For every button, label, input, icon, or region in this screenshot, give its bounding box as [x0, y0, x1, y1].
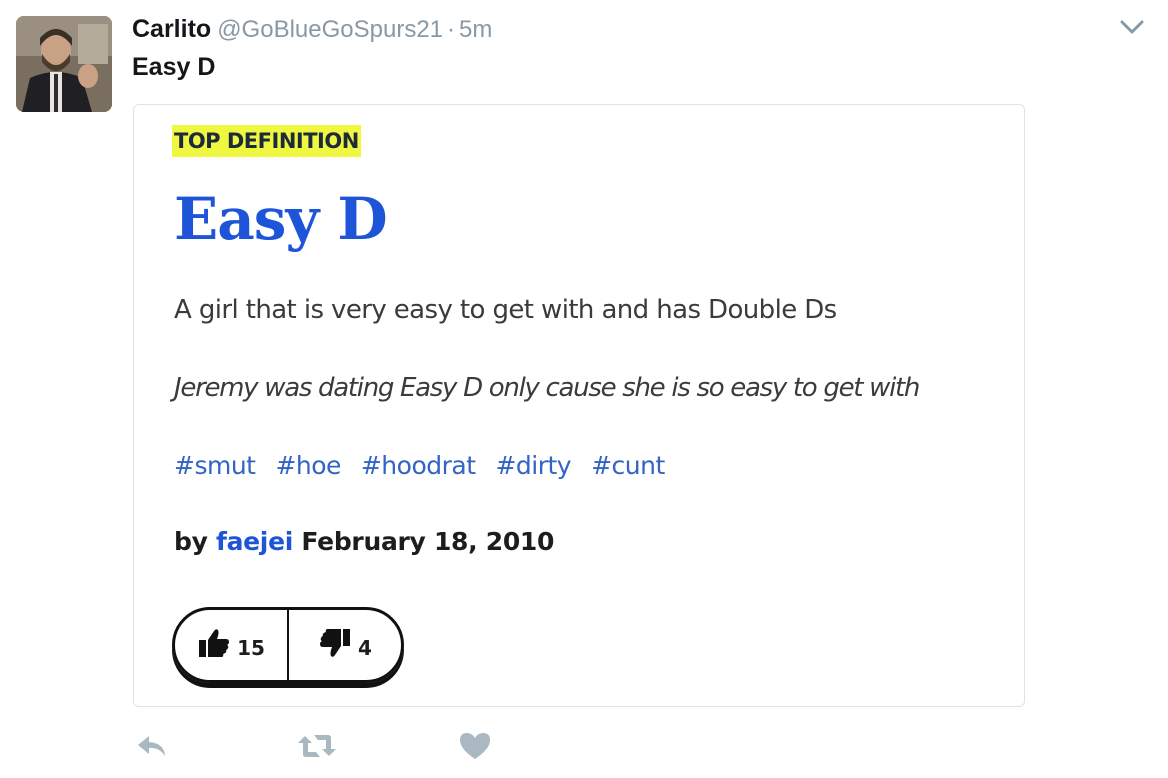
separator-dot: · [447, 16, 456, 43]
tag-list: #smut #hoe #hoodrat #dirty #cunt [174, 451, 677, 480]
tag-link[interactable]: #hoe [275, 451, 341, 480]
user-handle[interactable]: @GoBlueGoSpurs21 [217, 16, 443, 43]
retweet-button[interactable] [296, 730, 338, 766]
tag-link[interactable]: #dirty [495, 451, 571, 480]
byline: by faejei February 18, 2010 [174, 527, 554, 556]
heart-icon [458, 731, 492, 766]
downvote-count: 4 [358, 636, 372, 660]
definition-meaning: A girl that is very easy to get with and… [174, 295, 837, 325]
definition-card[interactable]: TOP DEFINITION Easy D A girl that is ver… [133, 104, 1025, 707]
byline-prefix: by [174, 527, 208, 556]
like-button[interactable] [458, 730, 492, 766]
chevron-down-icon[interactable] [1118, 16, 1146, 38]
byline-date: February 18, 2010 [301, 527, 555, 556]
avatar-photo [16, 16, 112, 112]
retweet-icon [296, 732, 338, 765]
downvote-button[interactable]: 4 [289, 610, 401, 680]
author-link[interactable]: faejei [216, 527, 293, 556]
display-name[interactable]: Carlito [132, 15, 211, 43]
reply-button[interactable] [135, 730, 169, 766]
tag-link[interactable]: #smut [174, 451, 256, 480]
upvote-count: 15 [237, 636, 265, 660]
reply-icon [135, 732, 169, 765]
tweet-actions [0, 730, 1168, 766]
tag-link[interactable]: #hoodrat [361, 451, 476, 480]
upvote-button[interactable]: 15 [175, 610, 289, 680]
vote-buttons: 15 4 [172, 607, 404, 683]
tweet-timestamp[interactable]: 5m [459, 16, 492, 43]
definition-example: Jeremy was dating Easy D only cause she … [174, 373, 920, 403]
definition-word[interactable]: Easy D [174, 183, 388, 255]
tweet: Carlito @GoBlueGoSpurs21 · 5m Easy D TOP DE… [0, 0, 1168, 778]
thumbs-down-icon [318, 627, 352, 664]
tweet-header: Carlito @GoBlueGoSpurs21 · 5m [132, 12, 492, 46]
top-definition-badge: TOP DEFINITION [172, 125, 361, 157]
thumbs-up-icon [197, 627, 231, 664]
tag-link[interactable]: #cunt [591, 451, 665, 480]
avatar[interactable] [16, 16, 112, 112]
tweet-text: Easy D [132, 53, 216, 81]
